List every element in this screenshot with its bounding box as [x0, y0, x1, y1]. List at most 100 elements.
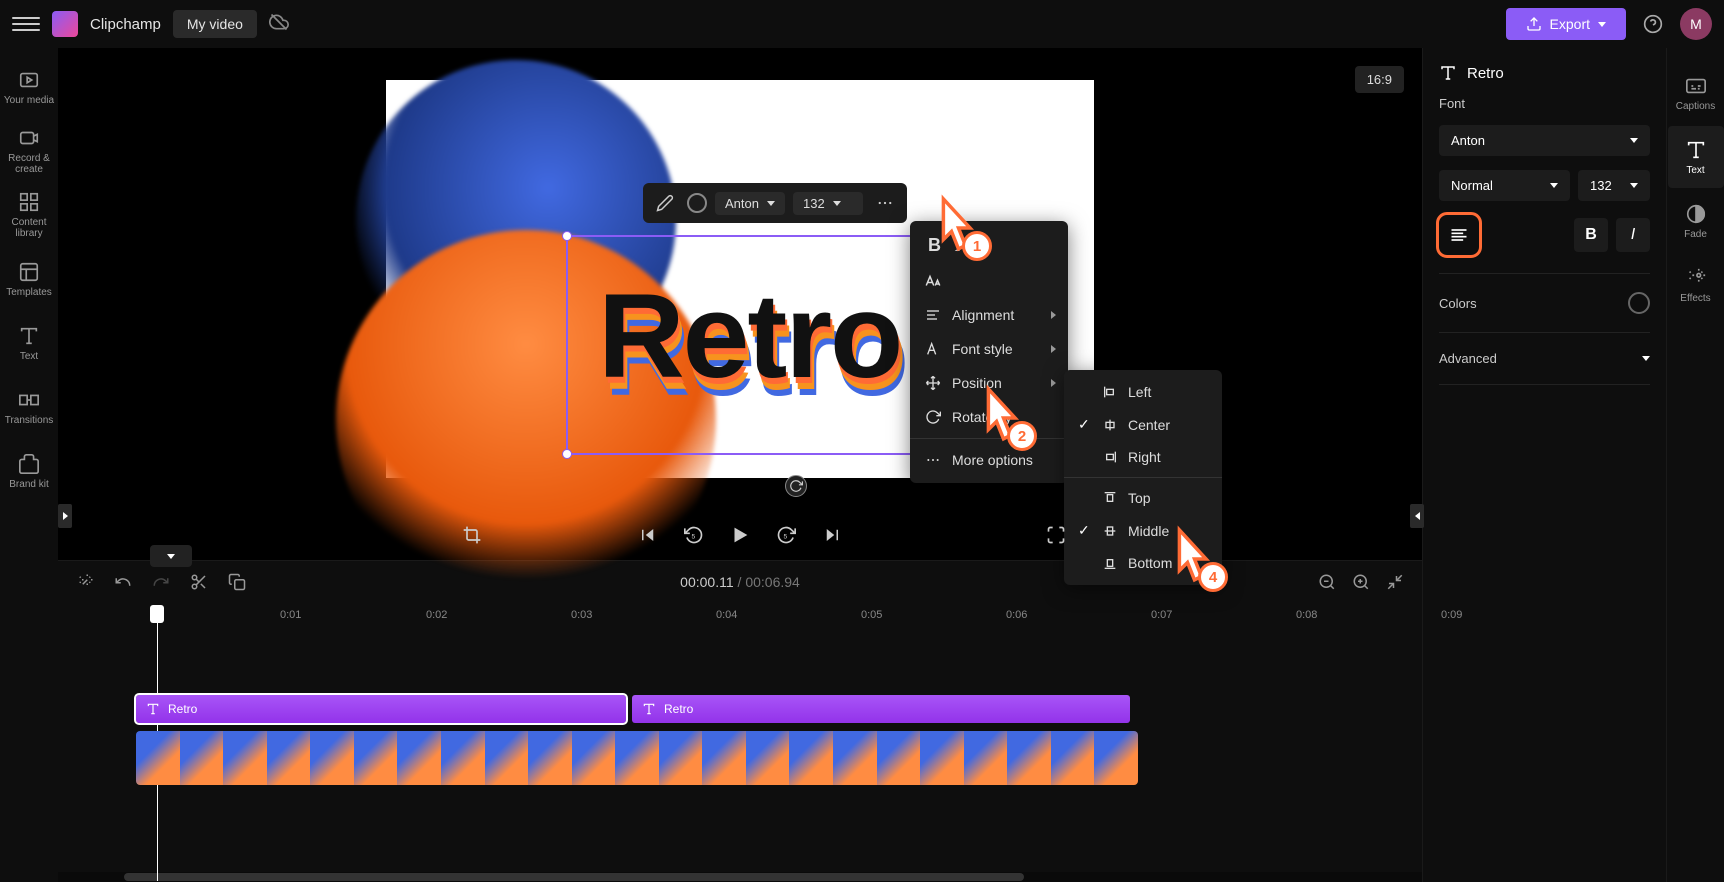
position-icon: [924, 374, 942, 392]
sidebar-item-content-library[interactable]: Content library: [1, 184, 57, 246]
properties-panel: Retro Font Anton Normal 132 B I: [1422, 48, 1666, 882]
topbar: Clipchamp My video Export M: [0, 0, 1724, 48]
annotation-pointer-2: 2: [971, 383, 1029, 453]
canvas-text[interactable]: Retro: [598, 267, 901, 405]
rail-item-fade[interactable]: Fade: [1668, 190, 1724, 252]
zoom-out-button[interactable]: [1316, 571, 1338, 593]
font-style-icon: [924, 340, 942, 358]
align-left-icon: [1449, 225, 1469, 245]
tracks-area[interactable]: Retro Retro: [58, 631, 1422, 872]
advanced-section-toggle[interactable]: Advanced: [1439, 351, 1650, 366]
chevron-down-icon: [167, 554, 175, 559]
font-size-input[interactable]: 132: [793, 192, 863, 215]
menu-separator: [1064, 477, 1222, 478]
chevron-down-icon: [1550, 183, 1558, 188]
rail-item-effects[interactable]: Effects: [1668, 254, 1724, 316]
floating-text-toolbar: Anton 132: [643, 183, 907, 223]
fullscreen-button[interactable]: [1042, 521, 1070, 549]
play-button[interactable]: [726, 521, 754, 549]
redo-button[interactable]: [150, 571, 172, 593]
alignment-button[interactable]: [1439, 215, 1479, 255]
rail-item-captions[interactable]: Captions: [1668, 62, 1724, 124]
collapse-timeline-button[interactable]: [150, 545, 192, 567]
timeline-toolbar: 00:00.11 / 00:06.94: [58, 561, 1422, 603]
bold-button[interactable]: B: [1574, 218, 1608, 252]
zoom-fit-button[interactable]: [1384, 571, 1406, 593]
app-name: Clipchamp: [90, 16, 161, 33]
scrollbar-thumb[interactable]: [124, 873, 1024, 881]
panel-title: Retro: [1439, 64, 1650, 82]
panel-separator: [1439, 332, 1650, 333]
font-weight-select[interactable]: Normal: [1439, 170, 1570, 201]
ctx-size-row[interactable]: [910, 264, 1068, 298]
alignment-icon: [924, 306, 942, 324]
prev-frame-button[interactable]: [634, 521, 662, 549]
skip-back-5-button[interactable]: 5: [680, 521, 708, 549]
video-clip[interactable]: [136, 731, 1138, 785]
check-icon: ✓: [1078, 416, 1092, 433]
text-clip-2[interactable]: Retro: [632, 695, 1130, 723]
next-frame-button[interactable]: [818, 521, 846, 549]
chevron-right-icon: [1051, 345, 1056, 353]
menu-icon[interactable]: [12, 10, 40, 38]
sub-item-left[interactable]: Left: [1064, 376, 1222, 408]
chevron-down-icon: [1630, 183, 1638, 188]
align-center-icon: [1102, 417, 1118, 433]
sidebar-item-brand-kit[interactable]: Brand kit: [1, 440, 57, 502]
italic-button[interactable]: I: [1616, 218, 1650, 252]
export-button[interactable]: Export: [1506, 8, 1626, 40]
playback-controls: 5 5: [58, 510, 1422, 560]
font-section-label: Font: [1439, 96, 1650, 111]
split-button[interactable]: [188, 571, 210, 593]
zoom-in-button[interactable]: [1350, 571, 1372, 593]
annotation-pointer-1: 1: [926, 193, 984, 263]
cloud-sync-off-icon[interactable]: [269, 12, 289, 37]
duplicate-button[interactable]: [226, 571, 248, 593]
rotate-icon: [924, 408, 942, 426]
horizontal-scrollbar[interactable]: [58, 872, 1422, 882]
svg-text:5: 5: [692, 533, 696, 540]
chevron-right-icon: [1051, 379, 1056, 387]
undo-button[interactable]: [112, 571, 134, 593]
colors-section-label: Colors: [1439, 296, 1477, 311]
resize-handle-tl[interactable]: [562, 231, 572, 241]
project-title-tab[interactable]: My video: [173, 10, 257, 38]
preview-area: 16:9 Retro: [58, 48, 1422, 510]
crop-button[interactable]: [458, 521, 486, 549]
rotate-handle[interactable]: [785, 475, 807, 497]
sidebar-item-templates[interactable]: Templates: [1, 248, 57, 310]
chevron-right-icon: [1051, 311, 1056, 319]
color-picker-button[interactable]: [687, 193, 707, 213]
export-label: Export: [1550, 16, 1590, 32]
sidebar-item-transitions[interactable]: Transitions: [1, 376, 57, 438]
sidebar-item-your-media[interactable]: Your media: [1, 56, 57, 118]
chevron-down-icon: [833, 201, 841, 206]
text-icon: [642, 702, 656, 716]
sub-item-right[interactable]: Right: [1064, 441, 1222, 473]
user-avatar[interactable]: M: [1680, 8, 1712, 40]
ctx-item-font-style[interactable]: Font style: [910, 332, 1068, 366]
zoom-controls: [1316, 571, 1406, 593]
sidebar-item-record-create[interactable]: Record & create: [1, 120, 57, 182]
font-select[interactable]: Anton: [715, 192, 785, 215]
help-button[interactable]: [1638, 9, 1668, 39]
edit-text-button[interactable]: [651, 189, 679, 217]
sub-item-center[interactable]: ✓ Center: [1064, 408, 1222, 441]
aspect-ratio-button[interactable]: 16:9: [1355, 66, 1404, 93]
magic-tool-button[interactable]: [74, 571, 96, 593]
ctx-item-alignment[interactable]: Alignment: [910, 298, 1068, 332]
color-swatch[interactable]: [1628, 292, 1650, 314]
more-options-button[interactable]: [871, 189, 899, 217]
font-size-input[interactable]: 132: [1578, 170, 1650, 201]
rail-item-text[interactable]: Text: [1668, 126, 1724, 188]
font-family-select[interactable]: Anton: [1439, 125, 1650, 156]
resize-handle-bl[interactable]: [562, 449, 572, 459]
timeline: 00:00.11 / 00:06.94 0:01 0:02 0:03 0:04 …: [58, 560, 1422, 882]
panel-separator: [1439, 273, 1650, 274]
chevron-down-icon: [767, 201, 775, 206]
skip-fwd-5-button[interactable]: 5: [772, 521, 800, 549]
sidebar-item-text[interactable]: Text: [1, 312, 57, 374]
right-rail: Captions Text Fade Effects: [1666, 48, 1724, 882]
timeline-ruler[interactable]: 0:01 0:02 0:03 0:04 0:05 0:06 0:07 0:08 …: [58, 603, 1422, 631]
text-clip-1[interactable]: Retro: [136, 695, 626, 723]
